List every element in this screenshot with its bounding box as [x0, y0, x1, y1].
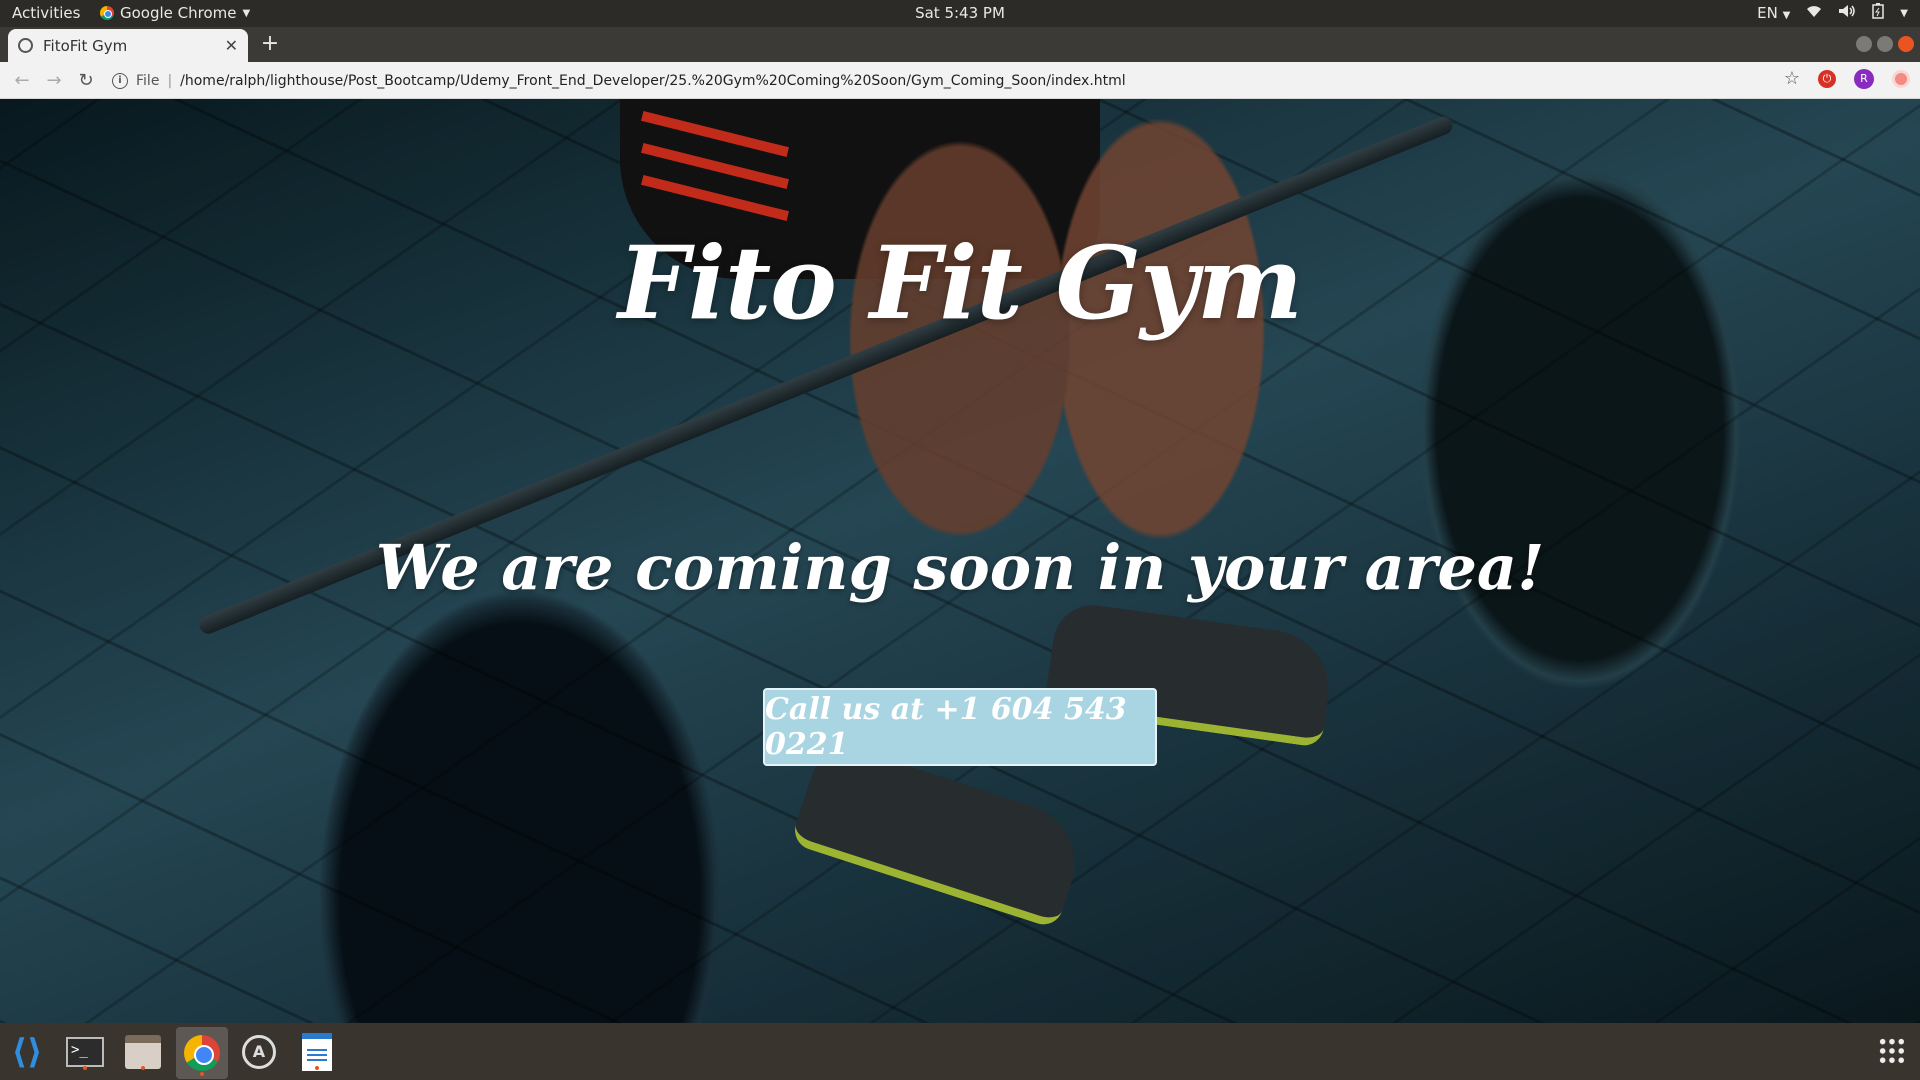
system-tray[interactable]: EN ▼ ▼	[1757, 3, 1908, 23]
page-title: Fito Fit Gym	[618, 224, 1303, 342]
dock-item-files[interactable]	[122, 1031, 164, 1073]
running-indicator	[315, 1066, 319, 1070]
activities-button[interactable]: Activities	[12, 4, 80, 22]
system-top-bar: Activities Google Chrome ▼ Sat 5:43 PM E…	[0, 0, 1920, 27]
info-icon[interactable]: i	[112, 73, 128, 89]
running-indicator	[200, 1072, 204, 1076]
extension-icon[interactable]: ⏻	[1818, 69, 1836, 88]
address-bar[interactable]: i File | /home/ralph/lighthouse/Post_Boo…	[112, 66, 1810, 96]
files-icon	[125, 1035, 161, 1069]
reload-button[interactable]: ↻	[70, 70, 102, 91]
profile-avatar[interactable]: R	[1854, 68, 1874, 89]
dock-item-software-updater[interactable]: A	[238, 1031, 280, 1073]
dock-item-vscode[interactable]: ⟨⟩	[6, 1031, 48, 1073]
chrome-icon	[100, 6, 114, 20]
tab-strip: FitoFit Gym ✕ +	[0, 27, 1920, 62]
forward-button[interactable]: →	[38, 70, 70, 91]
chrome-icon	[184, 1035, 220, 1071]
chevron-down-icon: ▼	[1900, 7, 1908, 19]
extension-icon[interactable]	[1892, 69, 1910, 88]
bookmark-star-icon[interactable]: ☆	[1784, 68, 1800, 89]
call-us-button[interactable]: Call us at +1 604 543 0221	[763, 688, 1157, 766]
new-tab-button[interactable]: +	[258, 31, 282, 56]
globe-icon	[18, 38, 33, 53]
maximize-button[interactable]	[1877, 36, 1893, 52]
app-menu-label: Google Chrome	[120, 4, 237, 22]
language-indicator[interactable]: EN ▼	[1757, 4, 1790, 22]
clock[interactable]: Sat 5:43 PM	[915, 4, 1005, 22]
chevron-down-icon: ▼	[242, 7, 251, 19]
window-close-button[interactable]	[1898, 36, 1914, 52]
url-separator: |	[167, 73, 173, 89]
battery-icon	[1872, 3, 1885, 23]
minimize-button[interactable]	[1856, 36, 1872, 52]
wifi-icon	[1806, 4, 1822, 22]
dock-item-terminal[interactable]: >_	[64, 1031, 106, 1073]
tab-fitofit-gym[interactable]: FitoFit Gym ✕	[8, 29, 248, 62]
vscode-icon: ⟨⟩	[11, 1032, 43, 1072]
dock-item-text-editor[interactable]	[296, 1031, 338, 1073]
page-subtitle: We are coming soon in your area!	[375, 531, 1545, 604]
chevron-down-icon: ▼	[1782, 10, 1791, 21]
browser-toolbar: ← → ↻ i File | /home/ralph/lighthouse/Po…	[0, 62, 1920, 99]
url-text: /home/ralph/lighthouse/Post_Bootcamp/Ude…	[180, 73, 1126, 89]
running-indicator	[141, 1066, 145, 1070]
window-controls	[1856, 36, 1914, 52]
back-button[interactable]: ←	[6, 70, 38, 91]
show-applications-icon[interactable]	[1878, 1037, 1906, 1065]
software-updater-icon: A	[242, 1035, 276, 1069]
url-scheme: File	[136, 73, 160, 89]
close-icon[interactable]: ✕	[225, 36, 238, 55]
dock-item-chrome[interactable]	[176, 1027, 228, 1079]
volume-icon	[1838, 4, 1856, 22]
dock: ⟨⟩ >_ A	[0, 1023, 1920, 1080]
page-viewport: Fito Fit Gym We are coming soon in your …	[0, 99, 1920, 1023]
app-menu[interactable]: Google Chrome ▼	[100, 4, 250, 22]
tab-title: FitoFit Gym	[43, 36, 128, 55]
running-indicator	[83, 1066, 87, 1070]
terminal-icon: >_	[66, 1037, 104, 1067]
